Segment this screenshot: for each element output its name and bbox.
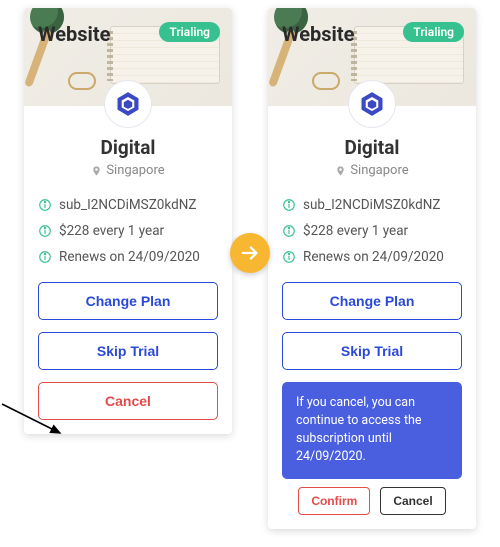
info-row-renew: Renews on 24/09/2020 (282, 244, 462, 270)
info-icon (282, 250, 296, 264)
transition-arrow-icon (230, 233, 270, 273)
change-plan-button[interactable]: Change Plan (282, 282, 462, 320)
location-text: Singapore (106, 163, 164, 178)
info-row-price: $228 every 1 year (38, 218, 218, 244)
info-icon (282, 198, 296, 212)
info-icon (282, 224, 296, 238)
renew-text: Renews on 24/09/2020 (59, 249, 200, 265)
plan-name: Digital (38, 136, 218, 159)
status-badge: Trialing (159, 22, 220, 42)
info-row-price: $228 every 1 year (282, 218, 462, 244)
plan-avatar (104, 80, 152, 128)
renew-text: Renews on 24/09/2020 (303, 249, 444, 265)
location-row: Singapore (282, 163, 462, 178)
plan-avatar (348, 80, 396, 128)
location-text: Singapore (350, 163, 408, 178)
status-badge: Trialing (403, 22, 464, 42)
info-row-sub-id: sub_I2NCDiMSZ0kdNZ (282, 192, 462, 218)
cancel-confirm-message: If you cancel, you can continue to acces… (282, 382, 462, 479)
pin-icon (91, 164, 102, 178)
info-icon (38, 198, 52, 212)
confirm-cancel-button[interactable]: Confirm (298, 487, 370, 515)
info-icon (38, 250, 52, 264)
pin-icon (335, 164, 346, 178)
price-text: $228 every 1 year (59, 223, 164, 239)
sub-id-text: sub_I2NCDiMSZ0kdNZ (59, 197, 196, 213)
location-row: Singapore (38, 163, 218, 178)
info-row-sub-id: sub_I2NCDiMSZ0kdNZ (38, 192, 218, 218)
dismiss-cancel-button[interactable]: Cancel (380, 487, 445, 515)
info-row-renew: Renews on 24/09/2020 (38, 244, 218, 270)
hexagon-icon (358, 90, 386, 118)
change-plan-button[interactable]: Change Plan (38, 282, 218, 320)
card-title: Website (282, 22, 354, 46)
skip-trial-button[interactable]: Skip Trial (38, 332, 218, 370)
plan-name: Digital (282, 136, 462, 159)
hexagon-icon (114, 90, 142, 118)
sub-id-text: sub_I2NCDiMSZ0kdNZ (303, 197, 440, 213)
card-title: Website (38, 22, 110, 46)
subscription-card-before: Website Trialing Digital Singapore (24, 8, 232, 434)
info-icon (38, 224, 52, 238)
cancel-button[interactable]: Cancel (38, 382, 218, 420)
price-text: $228 every 1 year (303, 223, 408, 239)
skip-trial-button[interactable]: Skip Trial (282, 332, 462, 370)
subscription-card-after: Website Trialing Digital Singapore (268, 8, 476, 529)
